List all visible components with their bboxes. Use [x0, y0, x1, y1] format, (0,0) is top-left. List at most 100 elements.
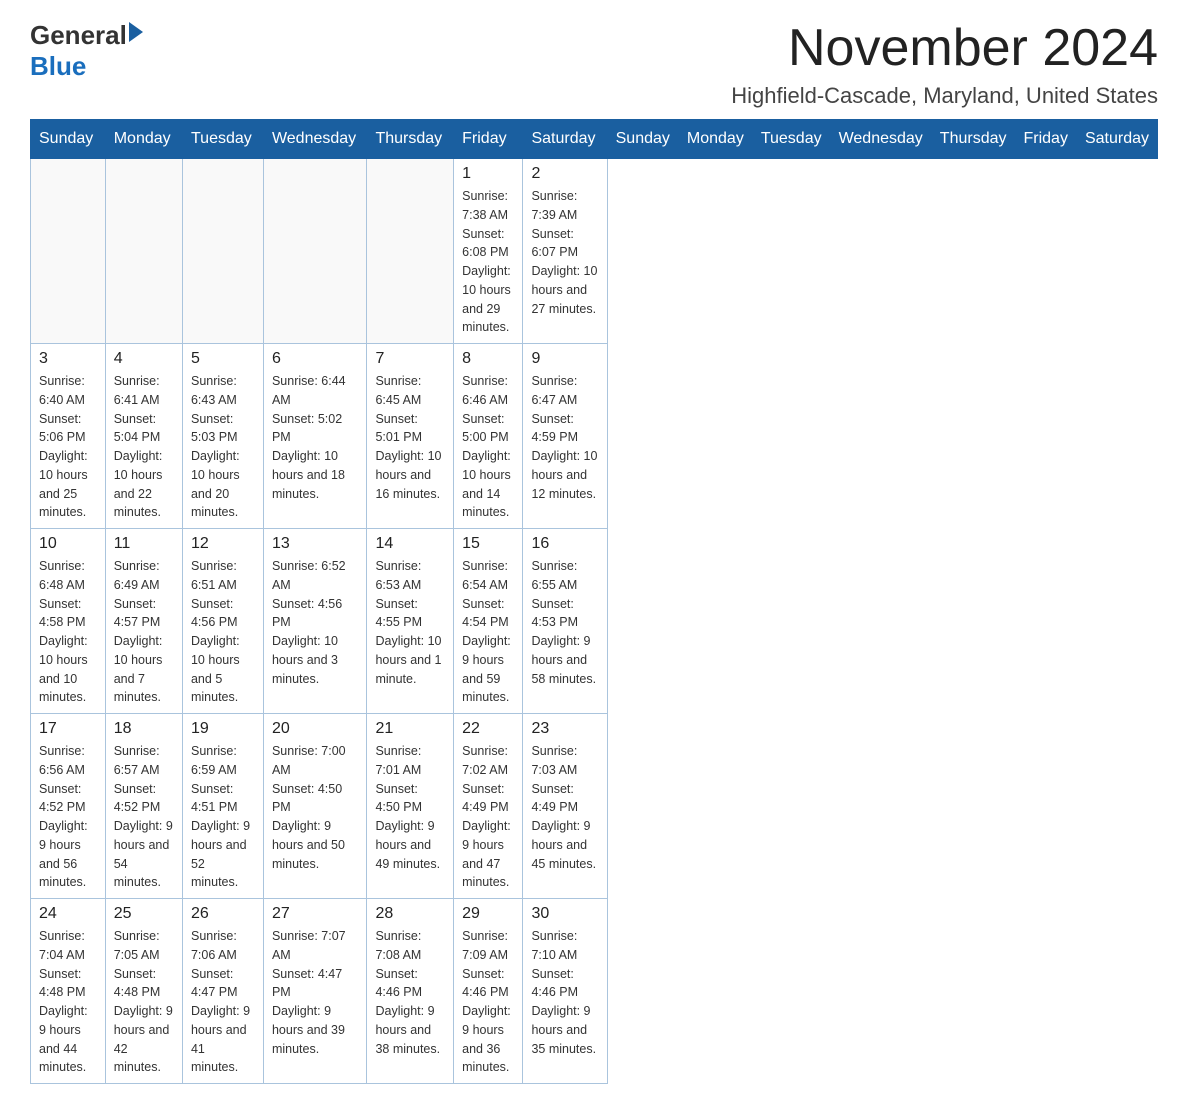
location-title: Highfield-Cascade, Maryland, United Stat… — [731, 83, 1158, 109]
day-info: Sunrise: 6:57 AMSunset: 4:52 PMDaylight:… — [114, 742, 174, 892]
day-number: 4 — [114, 350, 174, 368]
calendar-header-row: SundayMondayTuesdayWednesdayThursdayFrid… — [31, 120, 1158, 159]
day-of-week-header: Friday — [454, 120, 523, 159]
calendar-cell: 17 Sunrise: 6:56 AMSunset: 4:52 PMDayligh… — [31, 714, 106, 899]
day-info: Sunrise: 6:56 AMSunset: 4:52 PMDaylight:… — [39, 742, 97, 892]
day-info: Sunrise: 7:04 AMSunset: 4:48 PMDaylight:… — [39, 927, 97, 1077]
day-info: Sunrise: 6:43 AMSunset: 5:03 PMDaylight:… — [191, 372, 255, 522]
day-number: 24 — [39, 905, 97, 923]
calendar-cell: 19Sunrise: 6:59 AMSunset: 4:51 PMDayligh… — [182, 714, 263, 899]
day-info: Sunrise: 6:44 AMSunset: 5:02 PMDaylight:… — [272, 372, 359, 503]
calendar-cell — [182, 159, 263, 344]
day-number: 7 — [375, 350, 445, 368]
day-number: 26 — [191, 905, 255, 923]
day-number: 5 — [191, 350, 255, 368]
day-number: 17 — [39, 720, 97, 738]
day-info: Sunrise: 6:52 AMSunset: 4:56 PMDaylight:… — [272, 557, 359, 688]
logo-arrow-icon — [129, 22, 143, 42]
day-info: Sunrise: 7:03 AMSunset: 4:49 PMDaylight:… — [531, 742, 598, 873]
calendar-cell: 10Sunrise: 6:48 AMSunset: 4:58 PMDayligh… — [31, 529, 106, 714]
day-of-week-header: Saturday — [523, 120, 607, 159]
calendar-week-row: 3 Sunrise: 6:40 AMSunset: 5:06 PMDaylight… — [31, 344, 1158, 529]
month-title: November 2024 — [731, 20, 1158, 77]
page-header: General Blue November 2024 Highfield-Cas… — [30, 20, 1158, 109]
day-number: 6 — [272, 350, 359, 368]
day-number: 3 — [39, 350, 97, 368]
day-of-week-header: Tuesday — [182, 120, 263, 159]
day-number: 18 — [114, 720, 174, 738]
calendar-cell: 11Sunrise: 6:49 AMSunset: 4:57 PMDayligh… — [105, 529, 182, 714]
day-info: Sunrise: 6:49 AMSunset: 4:57 PMDaylight:… — [114, 557, 174, 707]
day-info: Sunrise: 6:55 AMSunset: 4:53 PMDaylight:… — [531, 557, 598, 688]
calendar-cell: 4 Sunrise: 6:41 AMSunset: 5:04 PMDaylight… — [105, 344, 182, 529]
calendar-week-row: 10Sunrise: 6:48 AMSunset: 4:58 PMDayligh… — [31, 529, 1158, 714]
logo-general: General — [30, 20, 127, 51]
day-of-week-header: Sunday — [31, 120, 106, 159]
day-info: Sunrise: 7:02 AMSunset: 4:49 PMDaylight:… — [462, 742, 514, 892]
calendar-cell: 13 Sunrise: 6:52 AMSunset: 4:56 PMDayligh… — [263, 529, 367, 714]
day-number: 30 — [531, 905, 598, 923]
day-of-week-header: Thursday — [367, 120, 454, 159]
day-info: Sunrise: 7:09 AMSunset: 4:46 PMDaylight:… — [462, 927, 514, 1077]
calendar-cell: 20Sunrise: 7:00 AMSunset: 4:50 PMDayligh… — [263, 714, 367, 899]
calendar-cell: 9 Sunrise: 6:47 AMSunset: 4:59 PMDaylight… — [523, 344, 607, 529]
logo: General Blue — [30, 20, 143, 82]
day-info: Sunrise: 6:59 AMSunset: 4:51 PMDaylight:… — [191, 742, 255, 892]
calendar-cell: 26Sunrise: 7:06 AMSunset: 4:47 PMDayligh… — [182, 899, 263, 1084]
day-info: Sunrise: 7:10 AMSunset: 4:46 PMDaylight:… — [531, 927, 598, 1058]
day-number: 8 — [462, 350, 514, 368]
day-info: Sunrise: 7:08 AMSunset: 4:46 PMDaylight:… — [375, 927, 445, 1058]
day-of-week-header: Saturday — [1076, 120, 1157, 159]
calendar-week-row: 1Sunrise: 7:38 AMSunset: 6:08 PMDaylight… — [31, 159, 1158, 344]
calendar-table: SundayMondayTuesdayWednesdayThursdayFrid… — [30, 119, 1158, 1084]
calendar-cell: 29Sunrise: 7:09 AMSunset: 4:46 PMDayligh… — [454, 899, 523, 1084]
calendar-cell: 3 Sunrise: 6:40 AMSunset: 5:06 PMDaylight… — [31, 344, 106, 529]
logo-blue: Blue — [30, 51, 86, 81]
calendar-cell — [31, 159, 106, 344]
day-number: 27 — [272, 905, 359, 923]
day-of-week-header: Wednesday — [830, 120, 931, 159]
calendar-cell: 23Sunrise: 7:03 AMSunset: 4:49 PMDayligh… — [523, 714, 607, 899]
calendar-cell: 14Sunrise: 6:53 AMSunset: 4:55 PMDayligh… — [367, 529, 454, 714]
calendar-cell: 30 Sunrise: 7:10 AMSunset: 4:46 PMDayligh… — [523, 899, 607, 1084]
calendar-cell: 1Sunrise: 7:38 AMSunset: 6:08 PMDaylight… — [454, 159, 523, 344]
day-info: Sunrise: 6:45 AMSunset: 5:01 PMDaylight:… — [375, 372, 445, 503]
day-info: Sunrise: 6:53 AMSunset: 4:55 PMDaylight:… — [375, 557, 445, 688]
calendar-cell: 5 Sunrise: 6:43 AMSunset: 5:03 PMDaylight… — [182, 344, 263, 529]
day-number: 28 — [375, 905, 445, 923]
day-number: 9 — [531, 350, 598, 368]
day-of-week-header: Sunday — [607, 120, 678, 159]
day-number: 21 — [375, 720, 445, 738]
calendar-cell: 8Sunrise: 6:46 AMSunset: 5:00 PMDaylight… — [454, 344, 523, 529]
day-of-week-header: Thursday — [931, 120, 1015, 159]
calendar-cell: 15Sunrise: 6:54 AMSunset: 4:54 PMDayligh… — [454, 529, 523, 714]
calendar-cell: 18 Sunrise: 6:57 AMSunset: 4:52 PMDayligh… — [105, 714, 182, 899]
calendar-week-row: 17 Sunrise: 6:56 AMSunset: 4:52 PMDayligh… — [31, 714, 1158, 899]
calendar-cell: 12Sunrise: 6:51 AMSunset: 4:56 PMDayligh… — [182, 529, 263, 714]
day-number: 15 — [462, 535, 514, 553]
day-number: 13 — [272, 535, 359, 553]
day-of-week-header: Monday — [678, 120, 752, 159]
calendar-cell: 2Sunrise: 7:39 AMSunset: 6:07 PMDaylight… — [523, 159, 607, 344]
day-of-week-header: Wednesday — [263, 120, 367, 159]
day-info: Sunrise: 6:47 AMSunset: 4:59 PMDaylight:… — [531, 372, 598, 503]
calendar-cell: 7 Sunrise: 6:45 AMSunset: 5:01 PMDaylight… — [367, 344, 454, 529]
day-info: Sunrise: 6:41 AMSunset: 5:04 PMDaylight:… — [114, 372, 174, 522]
calendar-cell: 6 Sunrise: 6:44 AMSunset: 5:02 PMDaylight… — [263, 344, 367, 529]
day-info: Sunrise: 7:01 AMSunset: 4:50 PMDaylight:… — [375, 742, 445, 873]
day-of-week-header: Tuesday — [752, 120, 830, 159]
day-of-week-header: Monday — [105, 120, 182, 159]
calendar-cell: 28 Sunrise: 7:08 AMSunset: 4:46 PMDayligh… — [367, 899, 454, 1084]
calendar-cell: 21 Sunrise: 7:01 AMSunset: 4:50 PMDayligh… — [367, 714, 454, 899]
day-info: Sunrise: 7:07 AMSunset: 4:47 PMDaylight:… — [272, 927, 359, 1058]
day-number: 16 — [531, 535, 598, 553]
day-number: 1 — [462, 165, 514, 183]
day-info: Sunrise: 6:40 AMSunset: 5:06 PMDaylight:… — [39, 372, 97, 522]
day-number: 2 — [531, 165, 598, 183]
day-of-week-header: Friday — [1015, 120, 1076, 159]
day-number: 22 — [462, 720, 514, 738]
day-number: 25 — [114, 905, 174, 923]
calendar-cell: 25 Sunrise: 7:05 AMSunset: 4:48 PMDayligh… — [105, 899, 182, 1084]
day-info: Sunrise: 7:05 AMSunset: 4:48 PMDaylight:… — [114, 927, 174, 1077]
calendar-cell: 24 Sunrise: 7:04 AMSunset: 4:48 PMDayligh… — [31, 899, 106, 1084]
